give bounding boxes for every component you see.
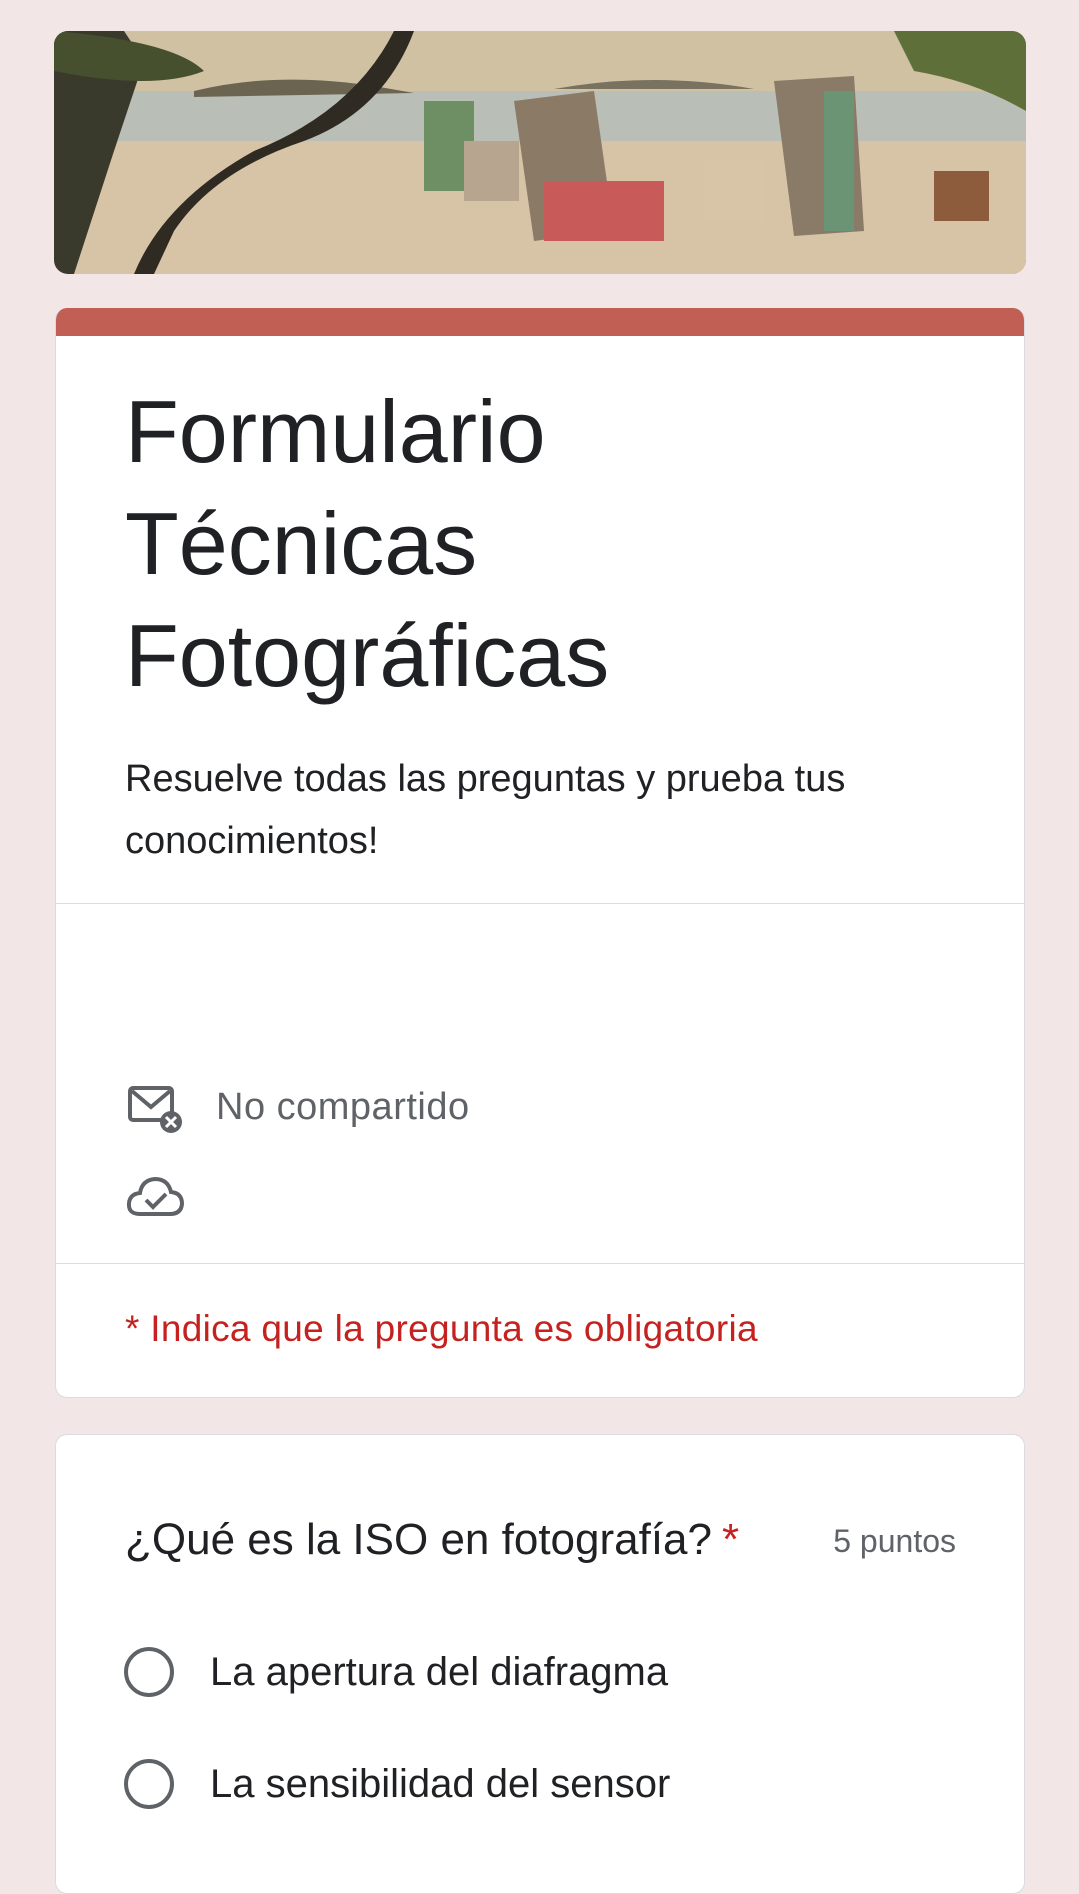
- required-note: * Indica que la pregunta es obligatoria: [125, 1308, 758, 1349]
- form-header-card: Formulario Técnicas Fotográficas Resuelv…: [55, 308, 1025, 1398]
- question-points: 5 puntos: [833, 1523, 956, 1559]
- question-title: ¿Qué es la ISO en fotografía? *: [125, 1515, 739, 1565]
- email-status-row: No compartido: [126, 1078, 470, 1136]
- divider: [56, 1263, 1024, 1264]
- cloud-check-icon: [126, 1168, 184, 1226]
- question-text: ¿Qué es la ISO en fotografía?: [125, 1515, 712, 1564]
- radio-button[interactable]: [124, 1759, 174, 1809]
- question-card: ¿Qué es la ISO en fotografía? * 5 puntos …: [55, 1434, 1025, 1894]
- save-status-row: [126, 1168, 184, 1226]
- header-banner-image: [54, 31, 1026, 274]
- email-status-text: No compartido: [216, 1085, 470, 1128]
- accent-strip: [56, 308, 1024, 336]
- mail-not-shared-icon: [126, 1078, 184, 1136]
- answer-option[interactable]: La apertura del diafragma: [124, 1647, 668, 1697]
- divider: [56, 903, 1024, 904]
- form-title: Formulario Técnicas Fotográficas: [125, 382, 610, 705]
- option-label: La apertura del diafragma: [210, 1649, 669, 1694]
- radio-button[interactable]: [124, 1647, 174, 1697]
- form-description: Resuelve todas las preguntas y prueba tu…: [125, 758, 846, 862]
- answer-option[interactable]: La sensibilidad del sensor: [124, 1759, 670, 1809]
- required-asterisk: *: [722, 1515, 740, 1564]
- option-label: La sensibilidad del sensor: [210, 1761, 671, 1806]
